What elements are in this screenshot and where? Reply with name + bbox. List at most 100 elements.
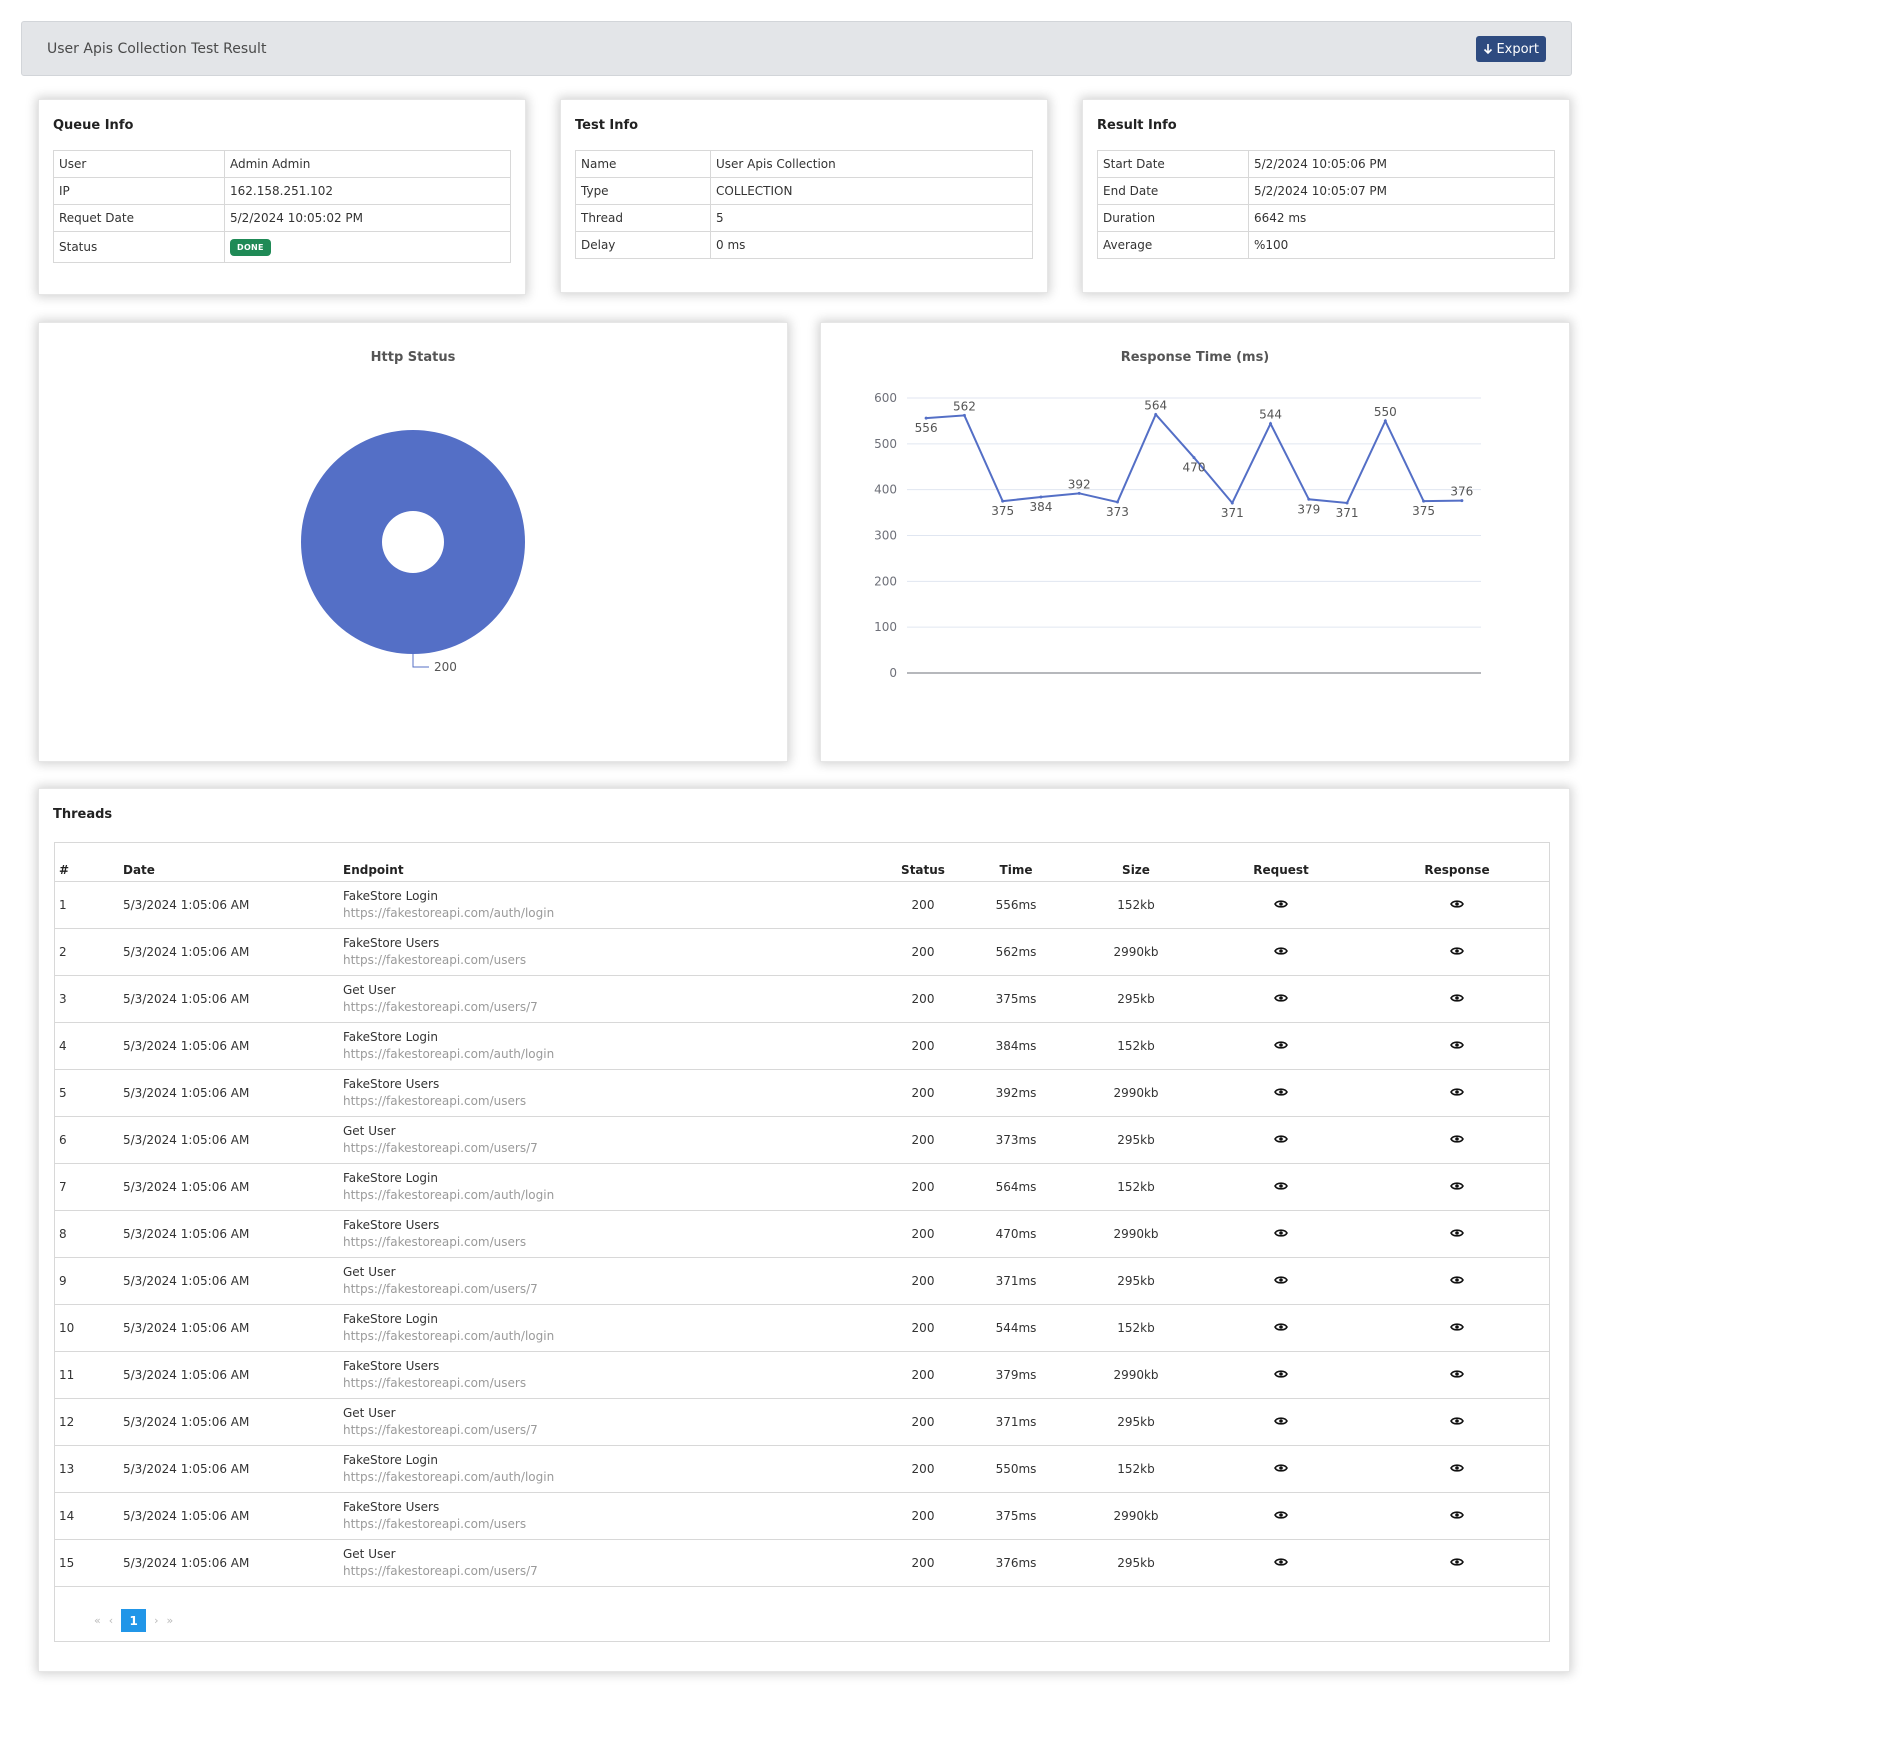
data-point[interactable] <box>1345 501 1349 505</box>
view-response-eye-icon[interactable] <box>1450 1227 1464 1237</box>
info-label: Duration <box>1097 204 1249 232</box>
data-point[interactable] <box>1460 499 1464 503</box>
data-point[interactable] <box>1422 499 1426 503</box>
export-label: Export <box>1496 41 1539 57</box>
cell-number: 6 <box>54 1116 118 1164</box>
info-row: Thread 5 <box>575 204 1033 232</box>
view-request-eye-icon[interactable] <box>1274 1509 1288 1519</box>
view-request-eye-icon[interactable] <box>1274 992 1288 1002</box>
view-response-eye-icon[interactable] <box>1450 1415 1464 1425</box>
view-response-eye-icon[interactable] <box>1450 992 1464 1002</box>
cell-size: 295kb <box>1074 1539 1198 1587</box>
view-response-eye-icon[interactable] <box>1450 1039 1464 1049</box>
cell-response <box>1364 975 1550 1023</box>
data-point[interactable] <box>1154 413 1158 416</box>
view-response-eye-icon[interactable] <box>1450 945 1464 955</box>
export-button[interactable]: Export <box>1476 36 1546 62</box>
table-row: 1 5/3/2024 1:05:06 AM FakeStore Login https… <box>54 881 1550 929</box>
data-point[interactable] <box>1307 497 1311 501</box>
pagination-first[interactable]: « <box>94 1614 101 1627</box>
table-row: 15 5/3/2024 1:05:06 AM Get User https://fak… <box>54 1539 1550 1587</box>
view-response-eye-icon[interactable] <box>1450 1086 1464 1096</box>
pagination-prev[interactable]: ‹ <box>109 1614 113 1627</box>
cell-request <box>1198 1539 1364 1587</box>
cell-size: 2990kb <box>1074 1492 1198 1540</box>
cell-time: 392ms <box>958 1069 1074 1117</box>
cell-number: 10 <box>54 1304 118 1352</box>
table-row: 14 5/3/2024 1:05:06 AM FakeStore Users http… <box>54 1492 1550 1540</box>
cell-time: 384ms <box>958 1022 1074 1070</box>
cell-response <box>1364 1351 1550 1399</box>
cell-request <box>1198 1351 1364 1399</box>
cell-response <box>1364 1304 1550 1352</box>
view-request-eye-icon[interactable] <box>1274 1462 1288 1472</box>
cell-response <box>1364 1398 1550 1446</box>
data-point[interactable] <box>962 413 966 417</box>
info-label: Start Date <box>1097 150 1249 178</box>
view-response-eye-icon[interactable] <box>1450 1556 1464 1566</box>
cell-endpoint: Get User https://fakestoreapi.com/users/7 <box>338 975 888 1023</box>
cell-size: 295kb <box>1074 1398 1198 1446</box>
info-label: Requet Date <box>53 204 225 232</box>
threads-table: # Date Endpoint Status Time Size Request… <box>54 842 1550 1587</box>
view-response-eye-icon[interactable] <box>1450 1133 1464 1143</box>
pie-slice-200[interactable] <box>301 430 525 654</box>
view-request-eye-icon[interactable] <box>1274 1556 1288 1566</box>
cell-time: 371ms <box>958 1257 1074 1305</box>
info-value: 6642 ms <box>1248 204 1555 232</box>
cell-status: 200 <box>888 1304 958 1352</box>
view-response-eye-icon[interactable] <box>1450 1321 1464 1331</box>
data-point[interactable] <box>1077 491 1081 495</box>
cell-date: 5/3/2024 1:05:06 AM <box>118 1492 338 1540</box>
endpoint-name: FakeStore Users <box>343 1076 440 1091</box>
table-row: 10 5/3/2024 1:05:06 AM FakeStore Login http… <box>54 1304 1550 1352</box>
view-request-eye-icon[interactable] <box>1274 1321 1288 1331</box>
cell-number: 1 <box>54 881 118 929</box>
view-request-eye-icon[interactable] <box>1274 1368 1288 1378</box>
pagination-page-current[interactable]: 1 <box>121 1609 147 1632</box>
data-point[interactable] <box>1001 499 1005 503</box>
pagination-next[interactable]: › <box>154 1614 158 1627</box>
view-request-eye-icon[interactable] <box>1274 1086 1288 1096</box>
data-point[interactable] <box>924 416 928 420</box>
info-value: COLLECTION <box>710 177 1033 205</box>
view-response-eye-icon[interactable] <box>1450 1274 1464 1284</box>
download-arrow-icon <box>1484 44 1493 55</box>
view-request-eye-icon[interactable] <box>1274 1039 1288 1049</box>
view-response-eye-icon[interactable] <box>1450 1368 1464 1378</box>
view-request-eye-icon[interactable] <box>1274 1133 1288 1143</box>
table-row: 8 5/3/2024 1:05:06 AM FakeStore Users https… <box>54 1210 1550 1258</box>
data-point[interactable] <box>1039 495 1043 499</box>
view-request-eye-icon[interactable] <box>1274 945 1288 955</box>
cell-status: 200 <box>888 1492 958 1540</box>
cell-time: 375ms <box>958 975 1074 1023</box>
view-request-eye-icon[interactable] <box>1274 1227 1288 1237</box>
cell-status: 200 <box>888 1069 958 1117</box>
view-request-eye-icon[interactable] <box>1274 898 1288 908</box>
data-point[interactable] <box>1230 501 1234 505</box>
cell-size: 295kb <box>1074 1257 1198 1305</box>
data-point[interactable] <box>1383 419 1387 423</box>
cell-size: 2990kb <box>1074 1069 1198 1117</box>
data-label: 375 <box>1412 504 1435 518</box>
cell-status: 200 <box>888 1398 958 1446</box>
view-request-eye-icon[interactable] <box>1274 1180 1288 1190</box>
view-request-eye-icon[interactable] <box>1274 1274 1288 1284</box>
view-response-eye-icon[interactable] <box>1450 1180 1464 1190</box>
endpoint-name: FakeStore Users <box>343 1358 440 1373</box>
data-point[interactable] <box>1115 500 1119 504</box>
queue-info-table: User Admin Admin IP 162.158.251.102 Requ… <box>53 150 511 263</box>
endpoint-name: Get User <box>343 1546 396 1561</box>
view-response-eye-icon[interactable] <box>1450 898 1464 908</box>
data-point[interactable] <box>1192 456 1196 460</box>
cell-endpoint: Get User https://fakestoreapi.com/users/7 <box>338 1257 888 1305</box>
view-response-eye-icon[interactable] <box>1450 1509 1464 1519</box>
view-request-eye-icon[interactable] <box>1274 1415 1288 1425</box>
table-row: 2 5/3/2024 1:05:06 AM FakeStore Users https… <box>54 928 1550 976</box>
cell-status: 200 <box>888 1539 958 1587</box>
endpoint-name: FakeStore Login <box>343 1170 438 1185</box>
pagination-last[interactable]: » <box>167 1614 174 1627</box>
cell-request <box>1198 1022 1364 1070</box>
data-point[interactable] <box>1269 422 1273 426</box>
view-response-eye-icon[interactable] <box>1450 1462 1464 1472</box>
